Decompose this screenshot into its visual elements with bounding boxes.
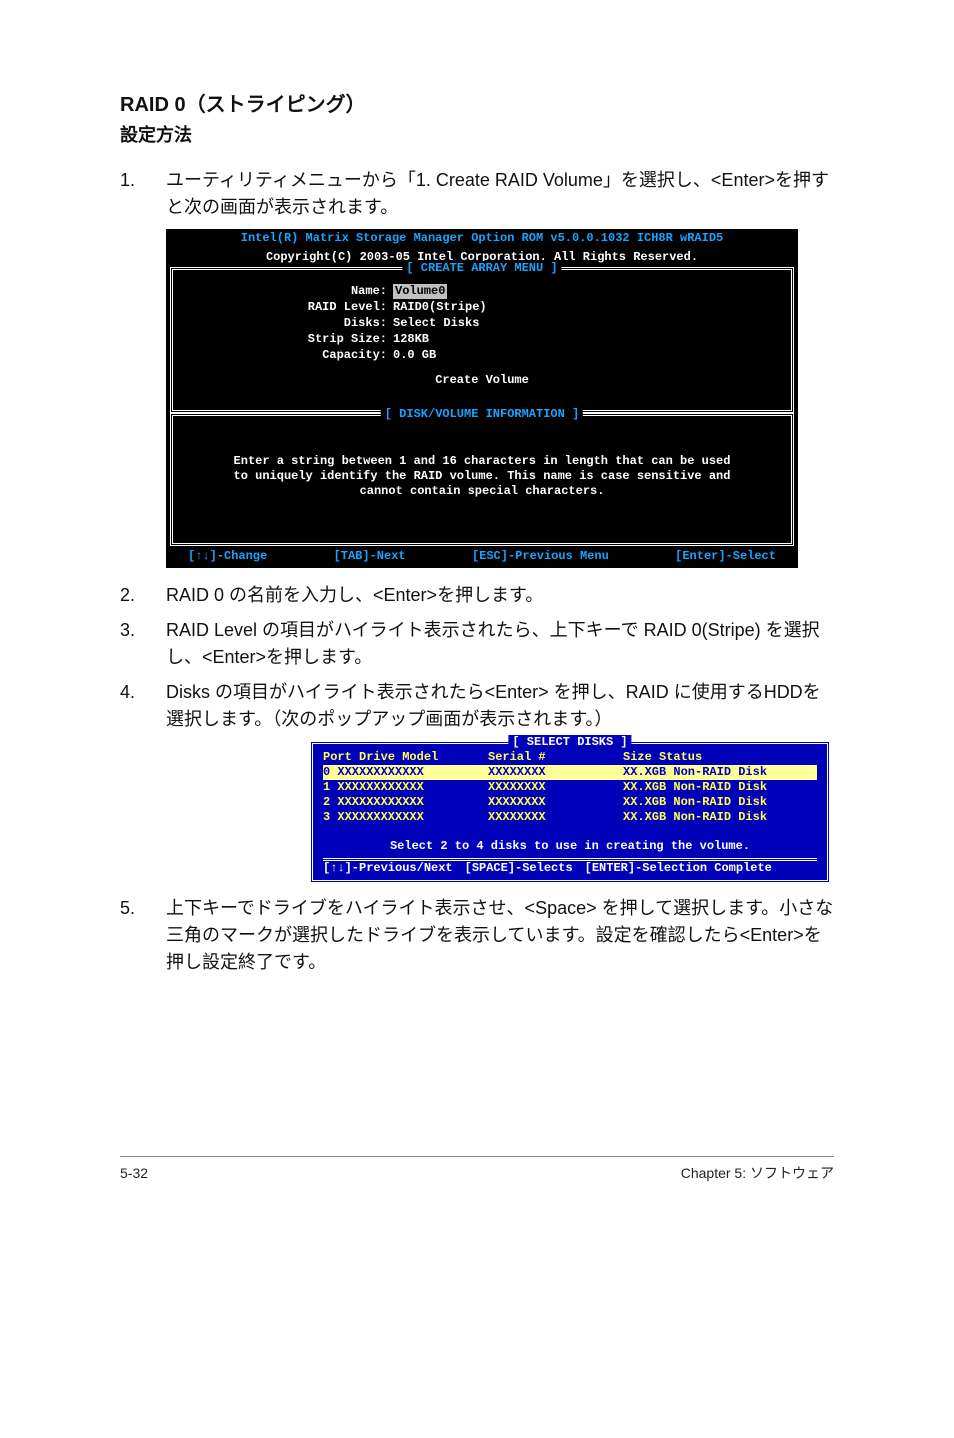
step-text: 上下キーでドライブをハイライト表示させ、<Space> を押して選択します。小さ… (166, 895, 834, 976)
disk-size-status: XX.XGB Non-RAID Disk (623, 810, 813, 825)
bios-panel-create-array: Intel(R) Matrix Storage Manager Option R… (166, 229, 798, 568)
hint-select: [Enter]-Select (675, 549, 776, 564)
select-disks-header-row: Port Drive Model Serial # Size Status (323, 750, 817, 765)
footer-page-number: 5-32 (120, 1163, 148, 1184)
disk-size-status: XX.XGB Non-RAID Disk (623, 780, 813, 795)
section-title: RAID 0（ストライピング） (120, 90, 834, 120)
step-text: RAID Level の項目がハイライト表示されたら、上下キーで RAID 0(… (166, 617, 834, 671)
bios-key-hint-bar: [↑↓]-Change [TAB]-Next [ESC]-Previous Me… (166, 546, 798, 568)
field-raid-level-value[interactable]: RAID0(Stripe) (393, 300, 487, 315)
field-strip-size-row[interactable]: Strip Size: 128KB (185, 332, 779, 347)
hint-next: [TAB]-Next (334, 549, 406, 564)
disk-size-status: XX.XGB Non-RAID Disk (623, 795, 813, 810)
field-capacity-value[interactable]: 0.0 GB (393, 348, 436, 363)
disk-row[interactable]: 0 XXXXXXXXXXXX XXXXXXXX XX.XGB Non-RAID … (323, 765, 817, 780)
field-name-row[interactable]: Name: Volume0 (185, 284, 779, 299)
box-title: [ SELECT DISKS ] (508, 735, 631, 750)
header-size-status: Size Status (623, 750, 813, 765)
hint-prev-next: [↑↓]-Previous/Next (323, 861, 453, 876)
step-number: 2. (120, 582, 166, 609)
step-text: Disks の項目がハイライト表示されたら<Enter> を押し、RAID に使… (166, 679, 834, 733)
field-strip-size-value[interactable]: 128KB (393, 332, 429, 347)
step-number: 3. (120, 617, 166, 671)
disk-port-model: 3 XXXXXXXXXXXX (323, 810, 488, 825)
field-name-value[interactable]: Volume0 (393, 284, 447, 299)
disk-row[interactable]: 1 XXXXXXXXXXXX XXXXXXXX XX.XGB Non-RAID … (323, 780, 817, 795)
step-text: ユーティリティメニューから「1. Create RAID Volume」を選択し… (166, 167, 834, 221)
disk-size-status: XX.XGB Non-RAID Disk (623, 765, 813, 780)
box-title: [ DISK/VOLUME INFORMATION ] (381, 407, 583, 422)
list-item: 5. 上下キーでドライブをハイライト表示させ、<Space> を押して選択します… (120, 895, 834, 976)
bios-banner-line1: Intel(R) Matrix Storage Manager Option R… (166, 229, 798, 248)
disk-row[interactable]: 3 XXXXXXXXXXXX XXXXXXXX XX.XGB Non-RAID … (323, 810, 817, 825)
section-subtitle: 設定方法 (120, 122, 834, 149)
box-title: [ CREATE ARRAY MENU ] (402, 261, 561, 276)
field-raid-level-row[interactable]: RAID Level: RAID0(Stripe) (185, 300, 779, 315)
disk-row[interactable]: 2 XXXXXXXXXXXX XXXXXXXX XX.XGB Non-RAID … (323, 795, 817, 810)
field-name-label: Name: (185, 284, 393, 299)
hint-previous-menu: [ESC]-Previous Menu (472, 549, 609, 564)
list-item: 3. RAID Level の項目がハイライト表示されたら、上下キーで RAID… (120, 617, 834, 671)
field-capacity-label: Capacity: (185, 348, 393, 363)
header-port-drive-model: Port Drive Model (323, 750, 488, 765)
select-disks-panel: [ SELECT DISKS ] Port Drive Model Serial… (310, 741, 830, 883)
disk-serial: XXXXXXXX (488, 765, 623, 780)
create-volume-action[interactable]: Create Volume (185, 373, 779, 388)
select-disks-hint-bar: [↑↓]-Previous/Next [SPACE]-Selects [ENTE… (323, 858, 817, 876)
field-disks-value[interactable]: Select Disks (393, 316, 479, 331)
footer-chapter: Chapter 5: ソフトウェア (681, 1163, 834, 1184)
header-serial: Serial # (488, 750, 623, 765)
list-item: 1. ユーティリティメニューから「1. Create RAID Volume」を… (120, 167, 834, 221)
step-number: 5. (120, 895, 166, 976)
field-raid-level-label: RAID Level: (185, 300, 393, 315)
hint-space-select: [SPACE]-Selects (465, 861, 573, 876)
info-message-line: Enter a string between 1 and 16 characte… (185, 454, 779, 469)
list-item: 4. Disks の項目がハイライト表示されたら<Enter> を押し、RAID… (120, 679, 834, 733)
step-text: RAID 0 の名前を入力し、<Enter>を押します。 (166, 582, 834, 609)
field-strip-size-label: Strip Size: (185, 332, 393, 347)
page-footer: 5-32 Chapter 5: ソフトウェア (120, 1156, 834, 1184)
disk-volume-information-box: [ DISK/VOLUME INFORMATION ] Enter a stri… (170, 413, 794, 546)
hint-change: [↑↓]-Change (188, 549, 267, 564)
hint-enter-complete: [ENTER]-Selection Complete (585, 861, 772, 876)
disk-port-model: 2 XXXXXXXXXXXX (323, 795, 488, 810)
disk-serial: XXXXXXXX (488, 810, 623, 825)
create-array-menu-box: [ CREATE ARRAY MENU ] Name: Volume0 RAID… (170, 267, 794, 413)
disk-port-model: 1 XXXXXXXXXXXX (323, 780, 488, 795)
field-capacity-row[interactable]: Capacity: 0.0 GB (185, 348, 779, 363)
step-number: 4. (120, 679, 166, 733)
disk-serial: XXXXXXXX (488, 795, 623, 810)
field-disks-row[interactable]: Disks: Select Disks (185, 316, 779, 331)
select-disks-message: Select 2 to 4 disks to use in creating t… (323, 839, 817, 854)
disk-port-model: 0 XXXXXXXXXXXX (323, 765, 488, 780)
step-number: 1. (120, 167, 166, 221)
info-message-line: cannot contain special characters. (185, 484, 779, 499)
info-message-line: to uniquely identify the RAID volume. Th… (185, 469, 779, 484)
field-disks-label: Disks: (185, 316, 393, 331)
disk-serial: XXXXXXXX (488, 780, 623, 795)
list-item: 2. RAID 0 の名前を入力し、<Enter>を押します。 (120, 582, 834, 609)
